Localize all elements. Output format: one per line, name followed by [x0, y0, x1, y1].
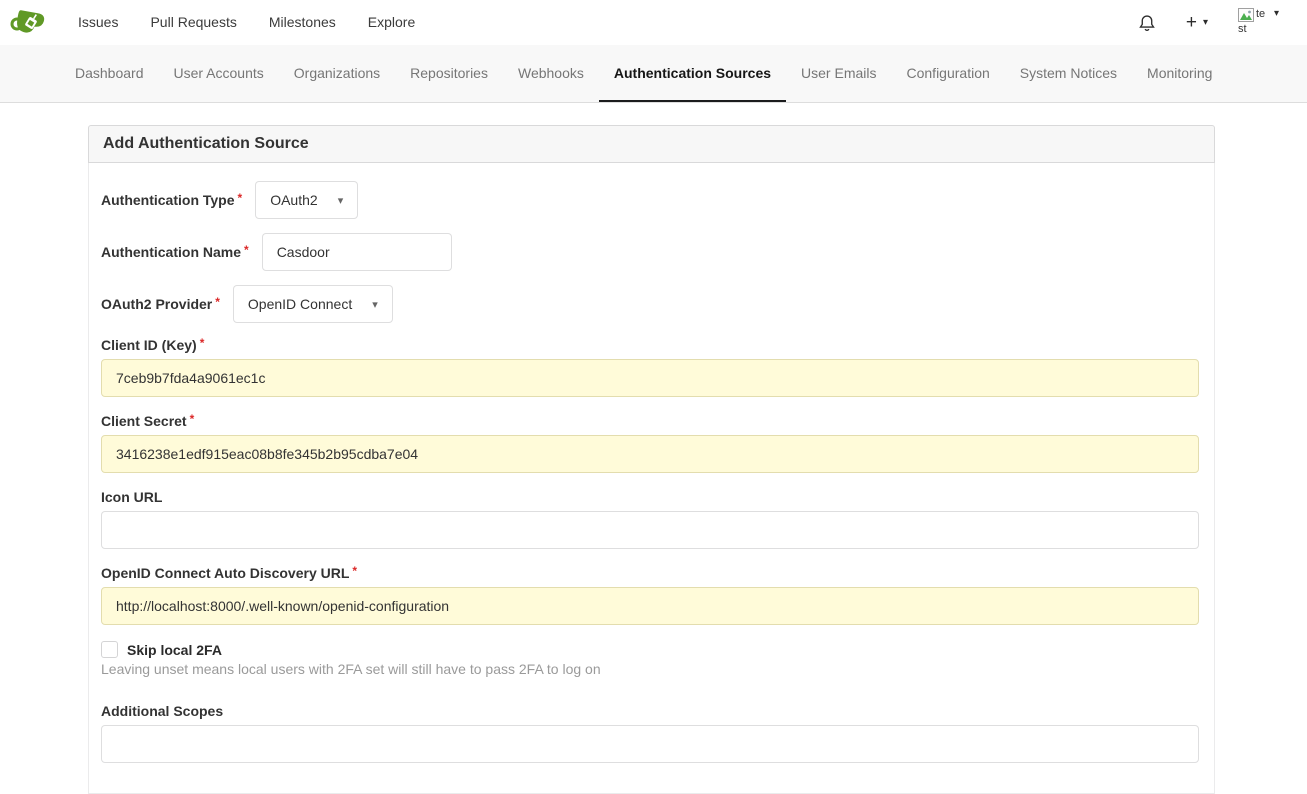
- skip-local-2fa-checkbox[interactable]: [101, 641, 118, 658]
- field-additional-scopes: Additional Scopes: [101, 703, 1199, 763]
- create-new-dropdown[interactable]: + ▾: [1186, 13, 1208, 32]
- oauth2-provider-label: OAuth2 Provider*: [101, 296, 220, 312]
- field-authentication-type: Authentication Type* OAuth2 ▾: [101, 181, 1199, 219]
- required-mark: *: [352, 564, 357, 578]
- top-navbar: Issues Pull Requests Milestones Explore …: [0, 0, 1307, 45]
- navbar-right: + ▾ test ▾: [1138, 8, 1279, 37]
- gitea-logo[interactable]: [10, 7, 46, 39]
- discovery-url-input[interactable]: [101, 587, 1199, 625]
- bell-icon: [1138, 14, 1156, 32]
- tab-organizations[interactable]: Organizations: [279, 45, 395, 102]
- client-secret-label: Client Secret*: [101, 413, 1199, 429]
- oauth2-provider-value: OpenID Connect: [248, 296, 352, 312]
- plus-icon: +: [1186, 13, 1197, 32]
- required-mark: *: [215, 295, 220, 309]
- required-mark: *: [190, 412, 195, 426]
- field-authentication-name: Authentication Name*: [101, 233, 1199, 271]
- avatar: test: [1238, 8, 1268, 37]
- auth-source-form: Authentication Type* OAuth2 ▾ Authentica…: [88, 163, 1215, 794]
- field-discovery-url: OpenID Connect Auto Discovery URL*: [101, 565, 1199, 625]
- skip-local-2fa-label[interactable]: Skip local 2FA: [127, 642, 222, 658]
- chevron-down-icon: ▾: [338, 194, 344, 207]
- broken-image-icon: [1238, 8, 1255, 23]
- nav-item-milestones[interactable]: Milestones: [253, 0, 352, 45]
- tab-repositories[interactable]: Repositories: [395, 45, 503, 102]
- tab-system-notices[interactable]: System Notices: [1005, 45, 1132, 102]
- tab-monitoring[interactable]: Monitoring: [1132, 45, 1227, 102]
- tab-user-emails[interactable]: User Emails: [786, 45, 891, 102]
- authentication-name-label: Authentication Name*: [101, 244, 249, 260]
- authentication-type-label: Authentication Type*: [101, 192, 242, 208]
- main-content: Add Authentication Source Authentication…: [88, 125, 1215, 794]
- navbar-left: Issues Pull Requests Milestones Explore: [10, 0, 431, 45]
- nav-item-pull-requests[interactable]: Pull Requests: [134, 0, 252, 45]
- required-mark: *: [238, 191, 243, 205]
- page-title: Add Authentication Source: [88, 125, 1215, 163]
- field-icon-url: Icon URL: [101, 489, 1199, 549]
- required-mark: *: [244, 243, 249, 257]
- tab-dashboard[interactable]: Dashboard: [60, 45, 159, 102]
- chevron-down-icon: ▾: [1274, 8, 1279, 19]
- client-secret-input[interactable]: [101, 435, 1199, 473]
- required-mark: *: [200, 336, 205, 350]
- client-id-label: Client ID (Key)*: [101, 337, 1199, 353]
- discovery-url-label: OpenID Connect Auto Discovery URL*: [101, 565, 1199, 581]
- tab-webhooks[interactable]: Webhooks: [503, 45, 599, 102]
- field-skip-local-2fa: Skip local 2FA Leaving unset means local…: [101, 641, 1199, 677]
- nav-item-explore[interactable]: Explore: [352, 0, 431, 45]
- gitea-logo-icon: [10, 7, 46, 39]
- field-client-secret: Client Secret*: [101, 413, 1199, 473]
- nav-item-issues[interactable]: Issues: [62, 0, 134, 45]
- additional-scopes-input[interactable]: [101, 725, 1199, 763]
- field-oauth2-provider: OAuth2 Provider* OpenID Connect ▾: [101, 285, 1199, 323]
- icon-url-label: Icon URL: [101, 489, 1199, 505]
- skip-local-2fa-row: Skip local 2FA: [101, 641, 1199, 658]
- oauth2-provider-select[interactable]: OpenID Connect ▾: [233, 285, 393, 323]
- skip-local-2fa-help: Leaving unset means local users with 2FA…: [101, 661, 1199, 677]
- notifications-button[interactable]: [1138, 14, 1156, 32]
- chevron-down-icon: ▾: [1203, 17, 1208, 28]
- additional-scopes-label: Additional Scopes: [101, 703, 1199, 719]
- authentication-type-select[interactable]: OAuth2 ▾: [255, 181, 358, 219]
- authentication-name-input[interactable]: [262, 233, 452, 271]
- field-client-id: Client ID (Key)*: [101, 337, 1199, 397]
- client-id-input[interactable]: [101, 359, 1199, 397]
- tab-configuration[interactable]: Configuration: [892, 45, 1005, 102]
- icon-url-input[interactable]: [101, 511, 1199, 549]
- admin-tab-bar: Dashboard User Accounts Organizations Re…: [0, 45, 1307, 103]
- authentication-type-value: OAuth2: [270, 192, 317, 208]
- tab-authentication-sources[interactable]: Authentication Sources: [599, 45, 786, 102]
- chevron-down-icon: ▾: [372, 298, 378, 311]
- user-menu-dropdown[interactable]: test ▾: [1238, 8, 1279, 37]
- tab-user-accounts[interactable]: User Accounts: [159, 45, 279, 102]
